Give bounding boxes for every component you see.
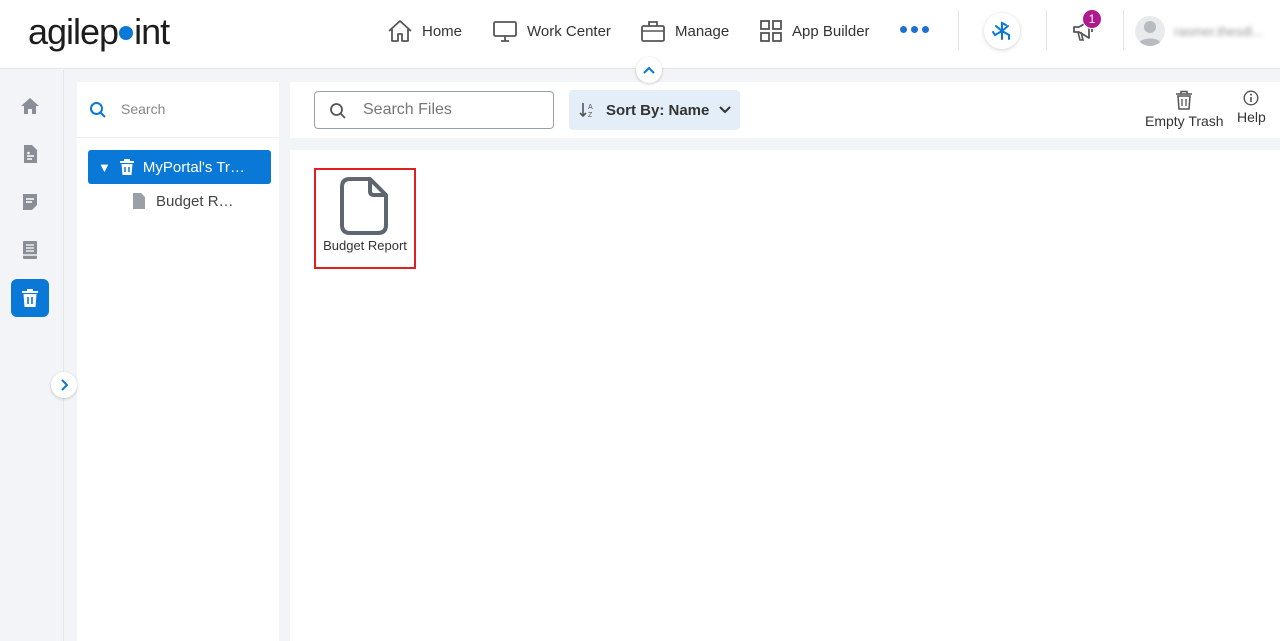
help-label: Help <box>1237 109 1266 125</box>
tree-node-budget-report[interactable]: Budget Report <box>132 190 240 212</box>
files-content-area: Budget Report <box>290 150 1280 641</box>
pinwheel-icon <box>992 21 1010 40</box>
rail-documents[interactable] <box>11 135 49 173</box>
files-search-box <box>314 91 554 129</box>
svg-text:A: A <box>588 104 593 111</box>
tree-search-bar <box>77 82 279 138</box>
nav-app-builder-label: App Builder <box>792 22 870 40</box>
rail-home[interactable] <box>11 87 49 125</box>
caret-down-icon[interactable]: ▼ <box>98 160 111 175</box>
sort-label: Sort By: Name <box>606 101 710 119</box>
nav-work-center[interactable]: Work Center <box>492 17 611 45</box>
nav-home[interactable]: Home <box>387 17 462 45</box>
briefcase-icon <box>641 21 665 42</box>
nav-app-builder[interactable]: App Builder <box>759 17 870 45</box>
chevron-right-icon <box>61 379 68 391</box>
file-tile-label: Budget Report <box>323 238 407 253</box>
help-button[interactable]: Help <box>1237 90 1266 125</box>
logo-dot <box>119 26 134 40</box>
search-icon <box>329 102 347 125</box>
grid-icon <box>760 20 782 42</box>
home-icon <box>21 98 39 114</box>
nav-work-center-label: Work Center <box>527 22 611 40</box>
form-icon <box>23 194 37 210</box>
ai-assistant-button[interactable] <box>984 13 1020 49</box>
rail-trash[interactable] <box>11 279 49 317</box>
folder-tree-panel: ▼ MyPortal's Trash Budget Report <box>77 82 279 641</box>
logo-text-end: int <box>134 11 170 52</box>
chevron-up-icon <box>643 66 655 74</box>
empty-trash-button[interactable]: Empty Trash <box>1145 90 1224 129</box>
nav-manage[interactable]: Manage <box>640 17 729 45</box>
header-divider <box>1123 10 1124 50</box>
tree-node-budget-report-label: Budget Report <box>156 192 240 210</box>
info-icon <box>1243 90 1259 106</box>
document-icon <box>24 145 37 163</box>
file-toolbar: AZ Sort By: Name Empty Trash Help <box>290 82 1280 138</box>
tree-search-input[interactable] <box>121 96 271 122</box>
tree-node-trash[interactable]: ▼ MyPortal's Trash <box>88 150 271 184</box>
top-header: agilep int Home Work Center Manage App Bu… <box>0 0 1280 69</box>
empty-trash-label: Empty Trash <box>1145 113 1224 129</box>
nav-manage-label: Manage <box>675 22 730 40</box>
agilepoint-logo[interactable]: agilep int <box>28 11 170 52</box>
trash-icon <box>1176 90 1193 110</box>
svg-text:Z: Z <box>588 112 593 119</box>
avatar[interactable] <box>1135 16 1165 46</box>
book-icon <box>23 241 37 259</box>
file-icon <box>133 193 145 209</box>
trash-icon <box>119 158 135 176</box>
monitor-icon <box>493 21 517 42</box>
search-icon <box>89 101 107 124</box>
trash-icon <box>22 289 38 307</box>
rail-forms[interactable] <box>11 183 49 221</box>
more-menu-icon[interactable] <box>900 26 929 33</box>
collapse-header-button[interactable] <box>636 57 662 83</box>
rail-library[interactable] <box>11 231 49 269</box>
notification-badge: 1 <box>1082 9 1102 29</box>
sort-az-icon: AZ <box>579 101 597 119</box>
files-search-input[interactable] <box>363 98 543 122</box>
header-divider <box>1046 10 1047 50</box>
tree-node-trash-label: MyPortal's Trash <box>142 158 253 176</box>
file-tile-budget-report[interactable]: Budget Report <box>314 168 416 269</box>
nav-home-label: Home <box>422 22 463 40</box>
header-divider <box>958 10 959 50</box>
sort-button[interactable]: AZ Sort By: Name <box>569 90 740 130</box>
home-icon <box>388 20 412 42</box>
username[interactable]: rasmer.thesdl... <box>1174 24 1263 39</box>
expand-rail-button[interactable] <box>51 372 77 398</box>
chevron-down-icon <box>719 106 732 114</box>
file-icon <box>340 177 390 235</box>
logo-text-start: agilep <box>28 11 119 52</box>
left-icon-rail <box>0 70 64 641</box>
user-icon <box>1138 21 1162 46</box>
